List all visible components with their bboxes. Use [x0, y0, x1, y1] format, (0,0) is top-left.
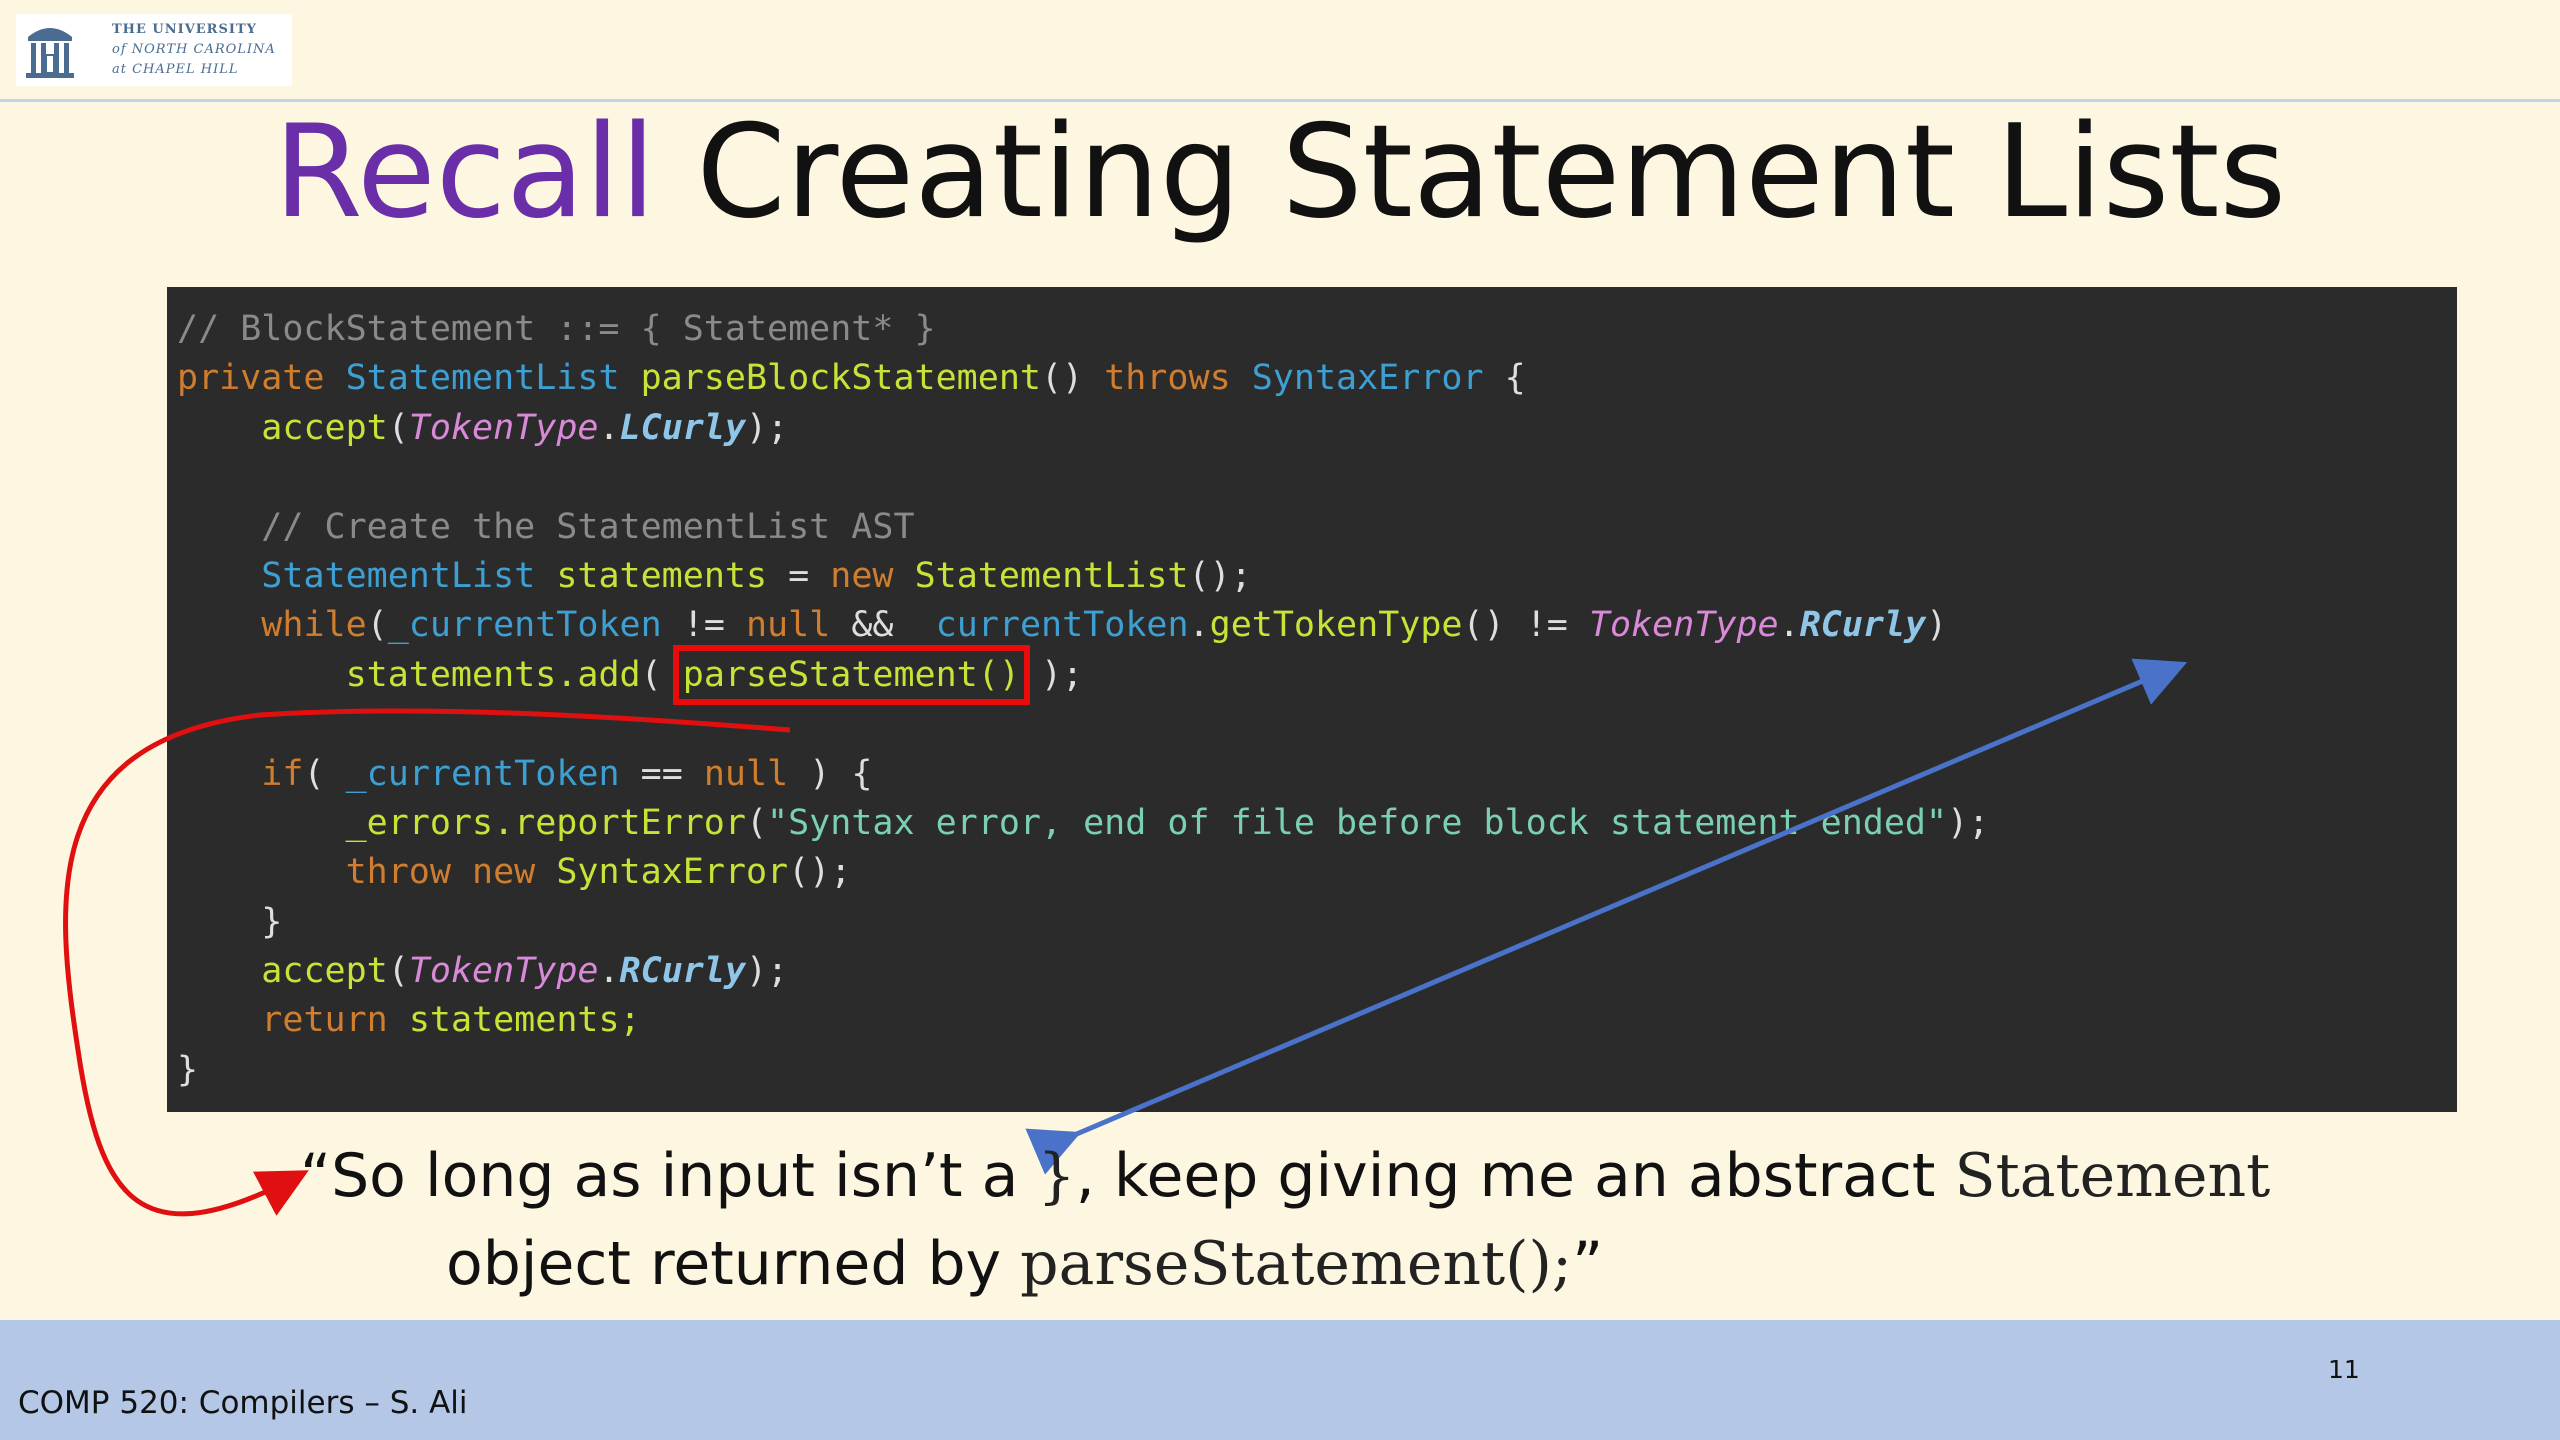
brace-glyph: }: [1037, 1141, 1076, 1211]
quote-line-2: object returned by parseStatement();”: [446, 1229, 1604, 1299]
statement-code: Statement: [1954, 1141, 2271, 1211]
quote-line-1: “So long as input isn’t a }, keep giving…: [300, 1141, 2271, 1211]
blue-double-arrow-line: [1025, 658, 2188, 1175]
course-label: COMP 520: Compilers – S. Ali: [18, 1385, 468, 1421]
slide-number: 11: [2328, 1355, 2360, 1384]
parse-statement-code: parseStatement();: [1020, 1229, 1573, 1299]
